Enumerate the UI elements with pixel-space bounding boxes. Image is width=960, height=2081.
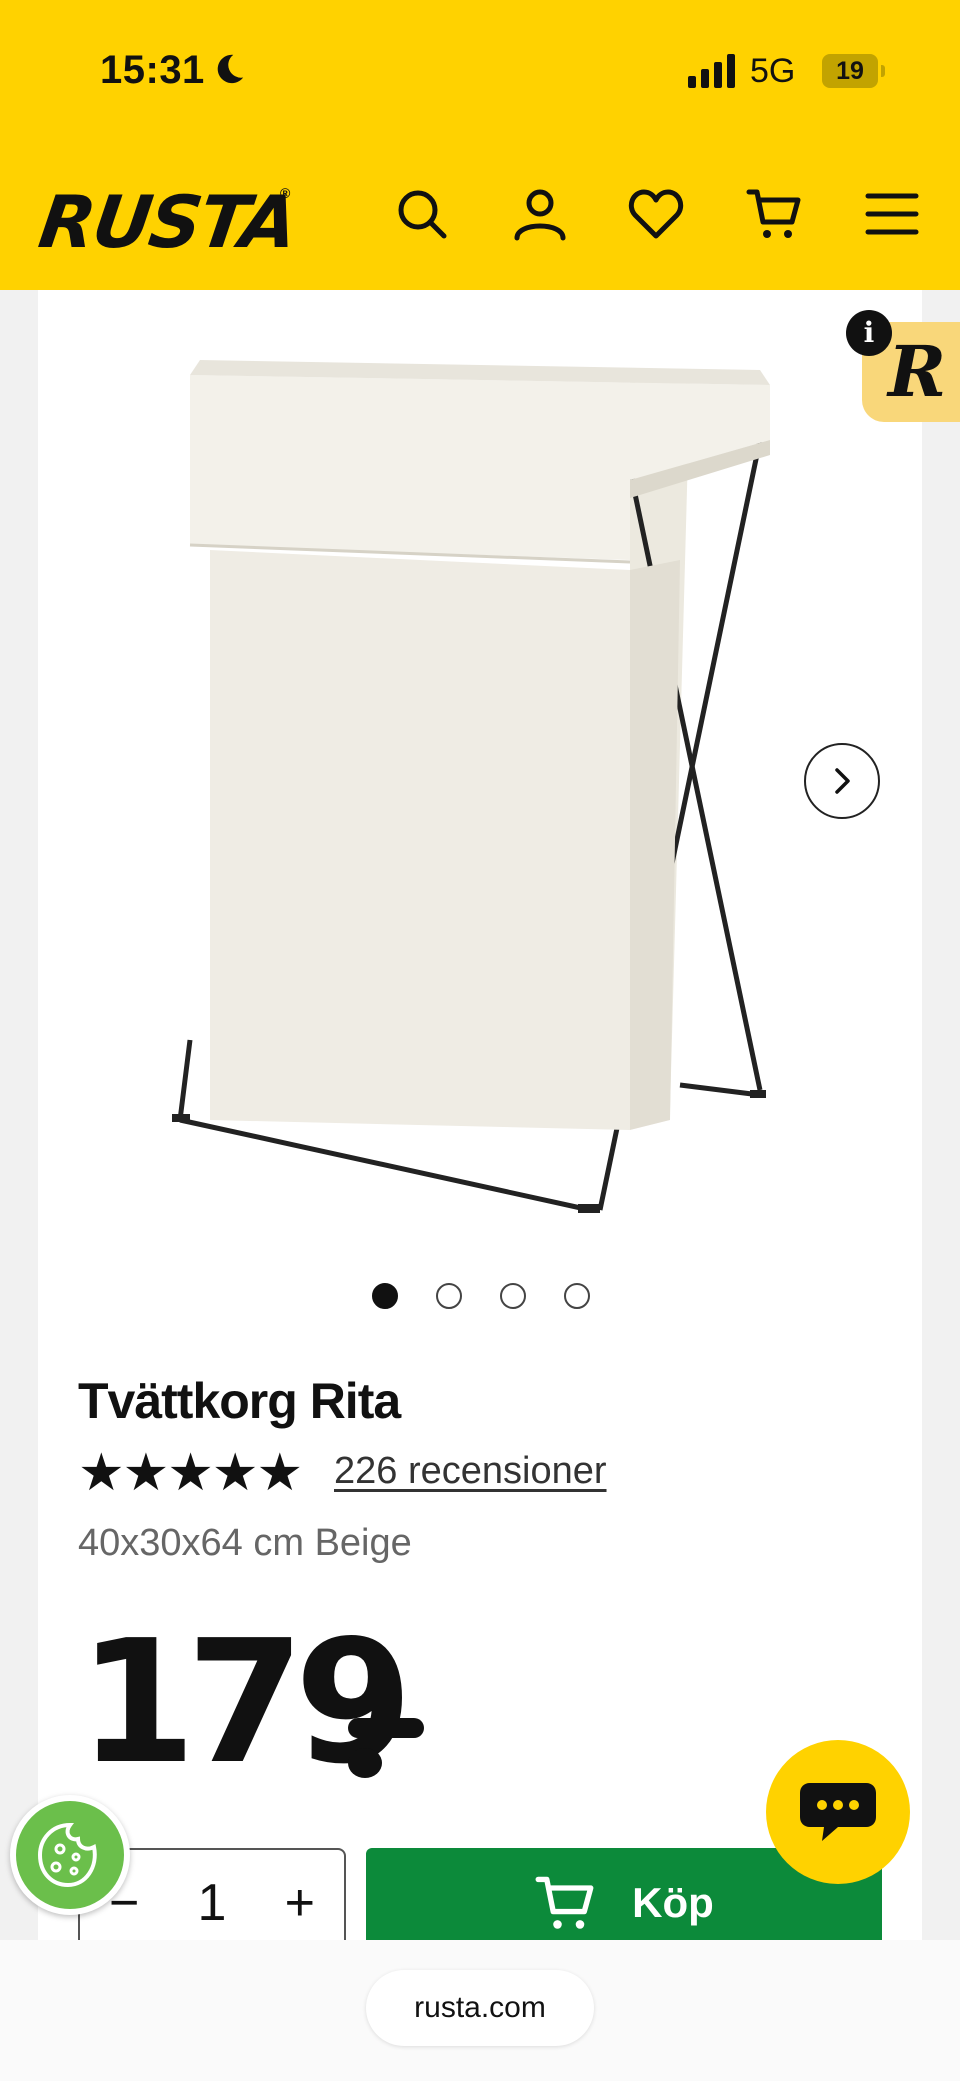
reviews-link[interactable]: 226 recensioner	[334, 1450, 607, 1493]
cart-icon	[535, 1876, 594, 1929]
price-dot	[348, 1748, 382, 1778]
page: 15:31 5G 19 RUSTA ® R i Tvättkorg Rita ★…	[0, 0, 960, 2081]
url-bar[interactable]: rusta.com	[366, 1970, 594, 2046]
cart-icon[interactable]	[746, 186, 802, 242]
registered-mark: ®	[280, 185, 291, 201]
product-title: Tvättkorg Rita	[78, 1373, 401, 1429]
image-carousel-dots	[372, 1283, 590, 1309]
next-image-button[interactable]	[804, 743, 880, 819]
battery-indicator: 19	[822, 54, 885, 88]
status-time: 15:31	[100, 48, 205, 92]
rusta-logo[interactable]: RUSTA	[34, 180, 301, 264]
search-icon[interactable]	[394, 186, 450, 242]
price-dash	[348, 1718, 424, 1738]
info-icon[interactable]: i	[846, 310, 892, 356]
moon-icon	[217, 54, 244, 84]
quantity-value[interactable]: 1	[198, 1873, 227, 1933]
cookie-settings-button[interactable]	[10, 1795, 130, 1915]
quantity-increase-button[interactable]: +	[285, 1873, 315, 1933]
rating-stars: ★★★★★	[78, 1444, 303, 1502]
header-bar: 15:31 5G 19 RUSTA ®	[0, 0, 960, 290]
chevron-right-icon	[835, 768, 850, 794]
cookie-icon	[37, 1822, 97, 1888]
product-variant: 40x30x64 cm Beige	[78, 1522, 412, 1564]
carousel-dot[interactable]	[500, 1283, 526, 1309]
chat-bubble-icon	[800, 1783, 876, 1841]
carousel-dot[interactable]	[436, 1283, 462, 1309]
buy-button-label: Köp	[632, 1879, 714, 1926]
product-image[interactable]	[160, 330, 800, 1250]
carousel-dot[interactable]	[564, 1283, 590, 1309]
network-type: 5G	[750, 52, 796, 90]
carousel-dot[interactable]	[372, 1283, 398, 1309]
account-icon[interactable]	[512, 186, 568, 242]
chat-button[interactable]	[766, 1740, 910, 1884]
menu-icon[interactable]	[864, 186, 920, 242]
review-widget-letter: R	[888, 330, 947, 413]
heart-icon[interactable]	[628, 186, 684, 242]
signal-icon	[688, 54, 735, 88]
